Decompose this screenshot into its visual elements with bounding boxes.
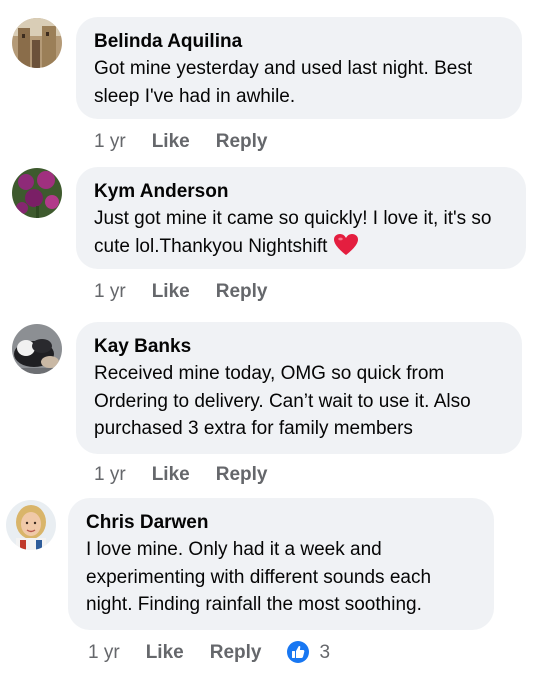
comment-bubble: Kym Anderson Just got mine it came so qu… xyxy=(76,167,526,269)
comment-timestamp[interactable]: 1 yr xyxy=(94,279,126,305)
comment-text: I love mine. Only had it a week and expe… xyxy=(86,539,432,615)
comment-text: Received mine today, OMG so quick from O… xyxy=(94,363,471,439)
comment-author[interactable]: Kay Banks xyxy=(94,334,504,360)
avatar[interactable] xyxy=(12,168,62,218)
like-button[interactable]: Like xyxy=(146,640,184,666)
reaction-summary[interactable]: 3 xyxy=(287,640,330,666)
avatar[interactable] xyxy=(6,500,56,550)
reply-button[interactable]: Reply xyxy=(216,279,268,305)
reaction-count: 3 xyxy=(319,642,331,663)
comment-bubble: Kay Banks Received mine today, OMG so qu… xyxy=(76,322,522,454)
avatar[interactable] xyxy=(12,18,62,68)
like-button[interactable]: Like xyxy=(152,279,190,305)
comment-text: Got mine yesterday and used last night. … xyxy=(94,58,473,107)
reply-button[interactable]: Reply xyxy=(216,462,268,488)
reply-button[interactable]: Reply xyxy=(210,640,262,666)
comment-timestamp[interactable]: 1 yr xyxy=(94,462,126,488)
reply-button[interactable]: Reply xyxy=(216,129,268,155)
avatar[interactable] xyxy=(12,324,62,374)
thumbs-up-icon xyxy=(287,641,310,663)
comment-author[interactable]: Belinda Aquilina xyxy=(94,29,504,55)
like-button[interactable]: Like xyxy=(152,462,190,488)
comment-actions: 1 yr Like Reply 3 xyxy=(88,640,330,666)
heart-emoji-icon xyxy=(333,233,359,266)
comment-text-body: Just got mine it came so quickly! I love… xyxy=(94,208,492,257)
comment-actions: 1 yr Like Reply xyxy=(94,129,293,155)
comment-actions: 1 yr Like Reply xyxy=(94,279,293,305)
comment-timestamp[interactable]: 1 yr xyxy=(94,129,126,155)
comment-author[interactable]: Chris Darwen xyxy=(86,510,476,536)
comment-text: Just got mine it came so quickly! I love… xyxy=(94,205,508,265)
like-button[interactable]: Like xyxy=(152,129,190,155)
comment-author[interactable]: Kym Anderson xyxy=(94,179,508,205)
comment-timestamp[interactable]: 1 yr xyxy=(88,640,120,666)
comment-bubble: Belinda Aquilina Got mine yesterday and … xyxy=(76,17,522,119)
comment-bubble: Chris Darwen I love mine. Only had it a … xyxy=(68,498,494,630)
comment-actions: 1 yr Like Reply xyxy=(94,462,293,488)
